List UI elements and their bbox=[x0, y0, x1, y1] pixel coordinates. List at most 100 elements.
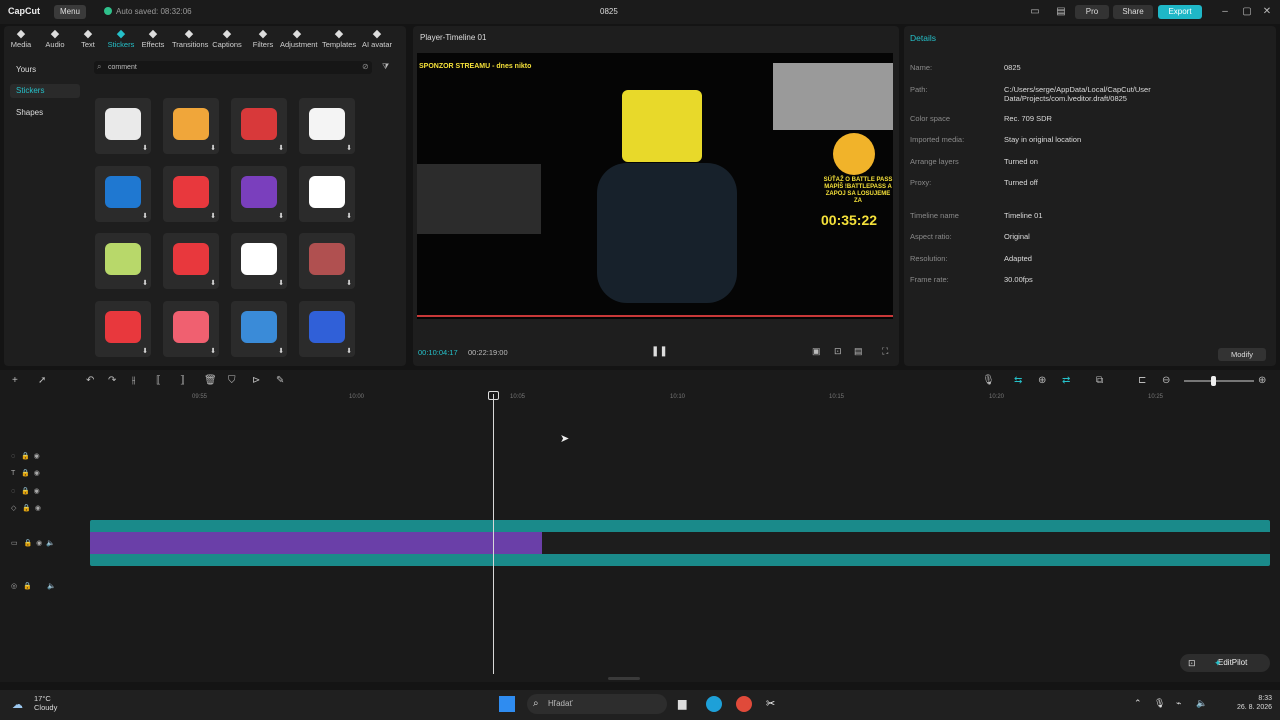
fullscreen-preview-icon[interactable]: ▣ bbox=[812, 346, 821, 357]
sticker-item[interactable]: ⬇ bbox=[163, 301, 219, 357]
tool-media[interactable]: ◆ Media bbox=[4, 28, 38, 50]
sticker-item[interactable]: ⬇ bbox=[299, 233, 355, 289]
delete-icon[interactable]: 🗑 bbox=[204, 375, 217, 386]
screenshot-icon[interactable]: ⊡ bbox=[834, 346, 842, 357]
sidebar-item-stickers[interactable]: Stickers bbox=[10, 84, 80, 98]
clear-icon[interactable]: ⊘ bbox=[362, 62, 369, 71]
weather-widget[interactable]: 17°C Cloudy bbox=[34, 694, 57, 712]
tool-audio[interactable]: ◆ Audio bbox=[38, 28, 72, 50]
network-icon[interactable]: ⌁ bbox=[1176, 698, 1181, 709]
tool-ai-avatar[interactable]: ◆ AI avatar bbox=[360, 28, 394, 50]
magnet-icon[interactable]: ⇆ bbox=[1014, 375, 1022, 386]
download-icon[interactable]: ⬇ bbox=[278, 347, 284, 355]
audio-icon[interactable]: 🔈 bbox=[47, 583, 56, 590]
sticker-item[interactable]: ⬇ bbox=[299, 166, 355, 222]
capcut-taskbar-icon[interactable]: ✂ bbox=[766, 697, 775, 710]
shortcuts-icon[interactable]: ▤ bbox=[1054, 5, 1068, 19]
select-icon[interactable]: ➚ bbox=[38, 375, 46, 386]
visibility-icon[interactable]: ◉ bbox=[35, 505, 41, 512]
download-icon[interactable]: ⬇ bbox=[346, 144, 352, 152]
link-icon[interactable]: ⊕ bbox=[1038, 375, 1046, 386]
download-icon[interactable]: ⬇ bbox=[142, 212, 148, 220]
download-icon[interactable]: ⬇ bbox=[142, 347, 148, 355]
download-icon[interactable]: ⬇ bbox=[278, 279, 284, 287]
share-button[interactable]: Share bbox=[1113, 5, 1153, 19]
visibility-icon[interactable]: ◉ bbox=[34, 453, 40, 460]
edge-icon[interactable] bbox=[706, 696, 722, 712]
fullscreen-icon[interactable]: ⛶ bbox=[882, 346, 888, 357]
lock-icon[interactable]: 🔒 bbox=[22, 505, 31, 512]
sticker-item[interactable]: ⬇ bbox=[231, 98, 287, 154]
tool-templates[interactable]: ◆ Templates bbox=[322, 28, 356, 50]
tool-filters[interactable]: ◆ Filters bbox=[246, 28, 280, 50]
download-icon[interactable]: ⬇ bbox=[142, 279, 148, 287]
export-button[interactable]: Export bbox=[1158, 5, 1202, 19]
download-icon[interactable]: ⬇ bbox=[142, 144, 148, 152]
sticker-item[interactable]: ⬇ bbox=[95, 166, 151, 222]
playhead-handle[interactable] bbox=[488, 391, 499, 400]
lock-icon[interactable]: 🔒 bbox=[21, 470, 30, 477]
tool-transitions[interactable]: ◆ Transitions bbox=[172, 28, 208, 50]
sticker-item[interactable]: ⬇ bbox=[95, 301, 151, 357]
visibility-icon[interactable]: ◉ bbox=[36, 540, 42, 547]
sticker-item[interactable]: ⬇ bbox=[95, 98, 151, 154]
download-icon[interactable]: ⬇ bbox=[346, 279, 352, 287]
shield-icon[interactable]: ⛉ bbox=[228, 375, 236, 386]
sticker-item[interactable]: ⬇ bbox=[299, 301, 355, 357]
layout-icon[interactable]: ▭ bbox=[1028, 5, 1042, 19]
download-icon[interactable]: ⬇ bbox=[210, 347, 216, 355]
zoom-slider[interactable] bbox=[1184, 380, 1254, 382]
chevron-up-icon[interactable]: ⌃ bbox=[1134, 698, 1142, 709]
main-video-clip[interactable] bbox=[90, 520, 1270, 566]
sidebar-item-yours[interactable]: Yours bbox=[10, 63, 80, 77]
download-icon[interactable]: ⬇ bbox=[346, 347, 352, 355]
pro-button[interactable]: Pro bbox=[1075, 5, 1109, 19]
obs-icon[interactable] bbox=[736, 696, 752, 712]
lock-icon[interactable]: 🔒 bbox=[23, 540, 32, 547]
sticker-item[interactable]: ⬇ bbox=[163, 166, 219, 222]
visibility-icon[interactable]: ◉ bbox=[34, 470, 40, 477]
start-icon[interactable] bbox=[499, 696, 515, 712]
volume-icon[interactable]: 🔈 bbox=[1196, 698, 1207, 709]
sticker-item[interactable]: ⬇ bbox=[163, 233, 219, 289]
zoom-handle[interactable] bbox=[1211, 376, 1216, 386]
lock-icon[interactable]: 🔒 bbox=[23, 583, 32, 590]
add-icon[interactable]: + bbox=[12, 375, 18, 386]
eye-icon[interactable]: ◌ bbox=[11, 453, 15, 460]
close-icon[interactable]: ✕ bbox=[1260, 5, 1274, 19]
taskbar-clock[interactable]: 8:33 26. 8. 2026 bbox=[1226, 694, 1272, 712]
mic-tray-icon[interactable]: 🎙 bbox=[1154, 698, 1165, 709]
sticker-item[interactable]: ⬇ bbox=[163, 98, 219, 154]
redo-icon[interactable]: ↷ bbox=[108, 375, 116, 386]
download-icon[interactable]: ⬇ bbox=[210, 279, 216, 287]
download-icon[interactable]: ⬇ bbox=[278, 144, 284, 152]
preview-axis-icon[interactable]: ⇄ bbox=[1062, 375, 1070, 386]
file-explorer-icon[interactable]: ▆ bbox=[678, 697, 686, 710]
playhead[interactable] bbox=[493, 394, 494, 674]
minimize-icon[interactable]: – bbox=[1218, 5, 1232, 19]
modify-button[interactable]: Modify bbox=[1218, 348, 1266, 361]
lock-icon[interactable]: 🔒 bbox=[21, 453, 30, 460]
trim-left-icon[interactable]: ⟦ bbox=[156, 375, 161, 386]
sticker-item[interactable]: ⬇ bbox=[299, 98, 355, 154]
download-icon[interactable]: ⬇ bbox=[210, 212, 216, 220]
video-preview[interactable]: SPONZOR STREAMU - dnes nikto SÚŤAŽ O BAT… bbox=[417, 53, 893, 319]
taskbar-search[interactable]: Hľadať bbox=[527, 694, 667, 714]
audio-icon[interactable]: 🔈 bbox=[46, 540, 55, 547]
menu-button[interactable]: Menu bbox=[54, 5, 86, 19]
download-icon[interactable]: ⬇ bbox=[278, 212, 284, 220]
sticker-item[interactable]: ⬇ bbox=[231, 233, 287, 289]
filter-icon[interactable]: ⧩ bbox=[382, 62, 389, 72]
split-icon[interactable]: ⫲ bbox=[132, 375, 135, 386]
sticker-item[interactable]: ⬇ bbox=[231, 166, 287, 222]
visibility-icon[interactable]: ◉ bbox=[34, 488, 40, 495]
undo-icon[interactable]: ↶ bbox=[86, 375, 94, 386]
zoom-out-icon[interactable]: ⊖ bbox=[1162, 375, 1170, 386]
sticker-item[interactable]: ⬇ bbox=[95, 233, 151, 289]
tool-stickers[interactable]: ◆ Stickers bbox=[104, 28, 138, 50]
mic-icon[interactable]: 🎙 bbox=[982, 375, 995, 386]
tool-text[interactable]: ◆ Text bbox=[71, 28, 105, 50]
sidebar-item-shapes[interactable]: Shapes bbox=[10, 106, 80, 120]
download-icon[interactable]: ⬇ bbox=[346, 212, 352, 220]
download-icon[interactable]: ⬇ bbox=[210, 144, 216, 152]
